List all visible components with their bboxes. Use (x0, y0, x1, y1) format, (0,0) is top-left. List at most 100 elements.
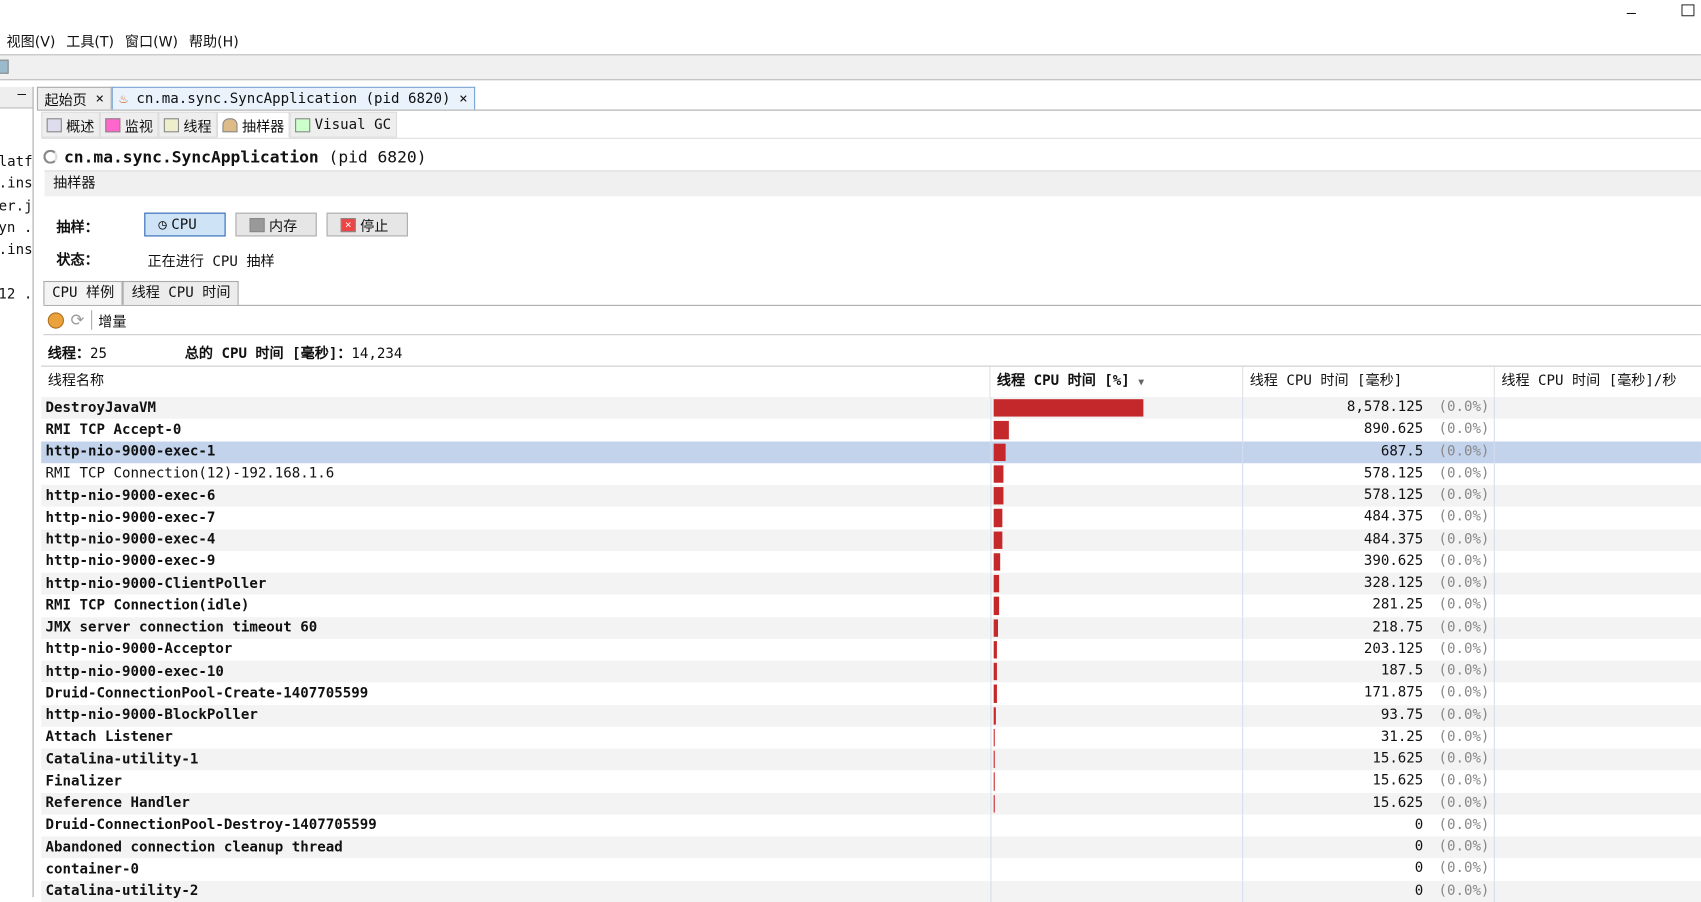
cpu-ms-pct: (0.0%) (1438, 751, 1489, 767)
table-row[interactable]: RMI TCP Connection(idle)281.25(0.0%) (41, 595, 1701, 617)
cpu-ms-cell: 0(0.0%) (1243, 858, 1495, 880)
tree-item[interactable]: . 212 (0, 286, 33, 308)
tree-item[interactable]: ins. (0, 242, 33, 264)
refresh-icon[interactable]: ⟳ (71, 310, 85, 330)
toolbar-icon[interactable] (0, 60, 9, 74)
cpu-ms: 31.25 (1381, 729, 1423, 745)
table-row[interactable]: Abandoned connection cleanup thread0(0.0… (41, 836, 1701, 858)
table-row[interactable]: Catalina-utility-20(0.0%) (41, 880, 1701, 902)
cpu-ms-cell: 15.625(0.0%) (1243, 749, 1495, 771)
cpu-ms-pct: (0.0%) (1438, 399, 1489, 415)
stop-button[interactable]: ×停止 (327, 213, 408, 237)
pause-icon[interactable] (48, 312, 64, 328)
table-row[interactable]: http-nio-9000-BlockPoller93.75(0.0%) (41, 705, 1701, 727)
tab-label: 抽样器 (242, 114, 284, 135)
cpu-ms-cell: 687.5(0.0%) (1243, 441, 1495, 463)
table-row[interactable]: http-nio-9000-exec-10187.5(0.0%) (41, 661, 1701, 683)
delta-toggle[interactable]: 增量 (98, 310, 126, 331)
col-cpu-ms-per-sec[interactable]: 线程 CPU 时间 [毫秒]/秒 (1495, 367, 1701, 397)
menu-help[interactable]: 帮助(H) (189, 30, 239, 52)
cpu-ms-cell: 203.125(0.0%) (1243, 639, 1495, 661)
cpu-ms-pct: (0.0%) (1438, 773, 1489, 789)
tab-label: cn.ma.sync.SyncApplication (pid 6820) (136, 91, 450, 107)
tab-visual-gc[interactable]: Visual GC (290, 112, 397, 138)
cpu-ms: 171.875 (1364, 685, 1423, 701)
cpu-percent-cell (990, 419, 1243, 441)
thread-name: Finalizer (41, 773, 990, 789)
tab-cpu-samples[interactable]: CPU 样例 (43, 281, 123, 305)
cpu-ms: 15.625 (1372, 795, 1423, 811)
sampling-label: 抽样： (56, 216, 98, 237)
minimize-pane-button[interactable]: — (0, 87, 33, 109)
toolbar (0, 54, 1701, 80)
col-cpu-ms[interactable]: 线程 CPU 时间 [毫秒] (1243, 367, 1495, 397)
restore-button[interactable] (1681, 4, 1694, 16)
table-row[interactable]: http-nio-9000-exec-7484.375(0.0%) (41, 507, 1701, 529)
menu-bar: 视图(V) 工具(T) 窗口(W) 帮助(H) (0, 30, 239, 52)
close-icon[interactable]: × (95, 91, 103, 107)
loading-icon (43, 150, 57, 164)
view-tabs: 概述 监视 线程 抽样器 Visual GC (41, 112, 396, 138)
table-row[interactable]: http-nio-9000-ClientPoller328.125(0.0%) (41, 573, 1701, 595)
tree-item[interactable] (0, 264, 33, 286)
table-row[interactable]: JMX server connection timeout 60218.75(0… (41, 617, 1701, 639)
menu-window[interactable]: 窗口(W) (125, 30, 178, 52)
cpu-ms: 890.625 (1364, 421, 1423, 437)
table-row[interactable]: Druid-ConnectionPool-Destroy-14077055990… (41, 814, 1701, 836)
total-label: 总的 CPU 时间 [毫秒]： (185, 346, 352, 362)
tree-item[interactable]: latf (0, 154, 33, 176)
cpu-bar (994, 575, 1000, 593)
tab-sampler[interactable]: 抽样器 (217, 112, 290, 138)
cpu-ms: 484.375 (1364, 509, 1423, 525)
cpu-button[interactable]: ◷CPU (144, 213, 225, 237)
table-row[interactable]: RMI TCP Connection(12)-192.168.1.6578.12… (41, 463, 1701, 485)
cpu-ms-cell: 0(0.0%) (1243, 836, 1495, 858)
menu-view[interactable]: 视图(V) (7, 30, 56, 52)
table-row[interactable]: http-nio-9000-Acceptor203.125(0.0%) (41, 639, 1701, 661)
minimize-button[interactable]: — (1627, 4, 1636, 21)
tab-label: 线程 (183, 114, 211, 135)
tab-sync-application[interactable]: ♨ cn.ma.sync.SyncApplication (pid 6820) … (112, 87, 476, 110)
thread-name: RMI TCP Connection(idle) (41, 598, 990, 614)
table-row[interactable]: container-00(0.0%) (41, 858, 1701, 880)
memory-button[interactable]: 内存 (235, 213, 316, 237)
table-row[interactable]: Reference Handler15.625(0.0%) (41, 792, 1701, 814)
table-row[interactable]: http-nio-9000-exec-9390.625(0.0%) (41, 551, 1701, 573)
table-row[interactable]: http-nio-9000-exec-6578.125(0.0%) (41, 485, 1701, 507)
table-row[interactable]: Finalizer15.625(0.0%) (41, 770, 1701, 792)
tree-item[interactable]: ins. (0, 176, 33, 198)
tab-thread-cpu-time[interactable]: 线程 CPU 时间 (123, 281, 239, 305)
cpu-ms-cell: 31.25(0.0%) (1243, 727, 1495, 749)
tab-monitor[interactable]: 监视 (100, 112, 159, 138)
cpu-percent-cell (990, 595, 1243, 617)
tree-item[interactable]: er.j (0, 198, 33, 220)
sort-desc-icon: ▼ (1138, 378, 1144, 389)
thread-name: http-nio-9000-exec-7 (41, 510, 990, 526)
thread-name: http-nio-9000-ClientPoller (41, 576, 990, 592)
table-row[interactable]: Catalina-utility-115.625(0.0%) (41, 749, 1701, 771)
cpu-bar (994, 597, 999, 615)
table-row[interactable]: Druid-ConnectionPool-Create-140770559917… (41, 683, 1701, 705)
col-cpu-percent[interactable]: 线程 CPU 时间 [%] ▼ (990, 367, 1243, 397)
cpu-bar (994, 421, 1010, 439)
cpu-bar (994, 707, 996, 725)
tree-item[interactable]: . Syn (0, 220, 33, 242)
table-row[interactable]: Attach Listener31.25(0.0%) (41, 727, 1701, 749)
cpu-ms: 218.75 (1372, 619, 1423, 635)
table-row[interactable]: RMI TCP Accept-0890.625(0.0%) (41, 419, 1701, 441)
tab-start-page[interactable]: 起始页 × (37, 87, 112, 110)
col-thread-name[interactable]: 线程名称 (41, 367, 990, 397)
summary: 线程：25 总的 CPU 时间 [毫秒]：14,234 (48, 342, 403, 363)
separator (91, 310, 92, 330)
cpu-ms: 8,578.125 (1347, 399, 1423, 415)
table-row[interactable]: DestroyJavaVM8,578.125(0.0%) (41, 397, 1701, 419)
close-icon[interactable]: × (459, 91, 467, 107)
tab-threads[interactable]: 线程 (158, 112, 217, 138)
page-title: cn.ma.sync.SyncApplication (pid 6820) (43, 148, 426, 168)
cpu-ms-pct: (0.0%) (1438, 839, 1489, 855)
table-row[interactable]: http-nio-9000-exec-4484.375(0.0%) (41, 529, 1701, 551)
tab-overview[interactable]: 概述 (41, 112, 100, 138)
thread-name: http-nio-9000-exec-4 (41, 532, 990, 548)
menu-tools[interactable]: 工具(T) (66, 30, 114, 52)
table-row[interactable]: http-nio-9000-exec-1687.5(0.0%) (41, 441, 1701, 463)
